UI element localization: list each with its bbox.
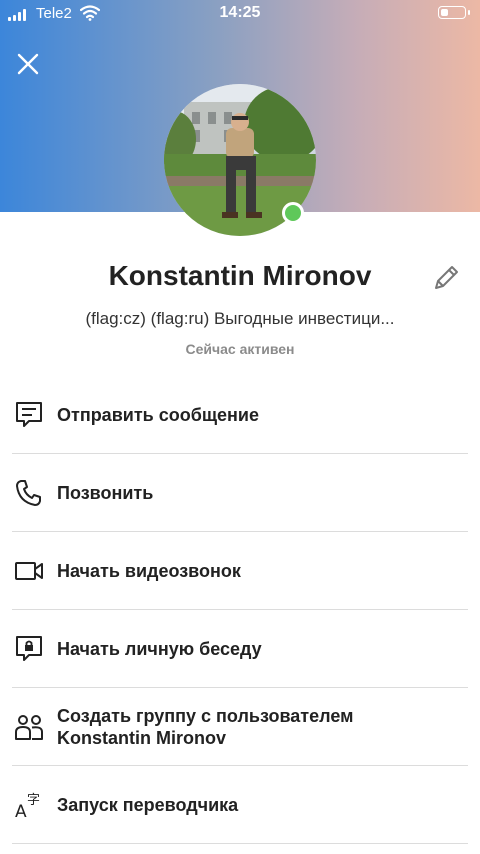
menu-item-label: Начать видеозвонок (57, 561, 241, 581)
divider (12, 843, 468, 844)
presence-status: Сейчас активен (185, 341, 295, 357)
status-bar: Tele2 14:25 (0, 0, 480, 28)
create-group-button[interactable]: Создать группу с пользователем Konstanti… (0, 688, 480, 766)
menu-item-label: Позвонить (57, 483, 154, 503)
video-call-button[interactable]: Начать видеозвонок (0, 532, 480, 610)
profile-actions-menu: Отправить сообщение Позвонить Начать вид… (0, 376, 480, 844)
menu-item-label-line2: Konstantin Mironov (57, 728, 226, 748)
profile-name: Konstantin Mironov (108, 260, 372, 291)
online-status-indicator (282, 202, 304, 224)
video-icon (15, 562, 43, 580)
battery-icon (438, 6, 470, 19)
send-message-button[interactable]: Отправить сообщение (0, 376, 480, 454)
menu-item-label: Создать группу с пользователем Konstanti… (57, 688, 353, 766)
menu-item-label: Отправить сообщение (57, 405, 259, 425)
translate-icon: A 字 (15, 793, 40, 820)
private-conversation-button[interactable]: Начать личную беседу (0, 610, 480, 688)
close-icon[interactable] (14, 50, 42, 78)
svg-text:A: A (15, 802, 27, 820)
launch-translator-button[interactable]: A 字 Запуск переводчика (0, 766, 480, 844)
chat-icon (16, 402, 42, 427)
battery-level (441, 9, 448, 16)
menu-item-label: Запуск переводчика (57, 795, 239, 815)
private-chat-icon (16, 636, 42, 661)
menu-item-label: Начать личную беседу (57, 639, 262, 659)
svg-text:字: 字 (27, 793, 40, 808)
pencil-icon[interactable] (430, 262, 462, 294)
phone-icon (16, 480, 41, 506)
menu-item-label-line1: Создать группу с пользователем (57, 706, 354, 726)
status-time: 14:25 (219, 4, 261, 21)
call-button[interactable]: Позвонить (0, 454, 480, 532)
mood-message: (flag:cz) (flag:ru) Выгодные инвестици..… (85, 309, 395, 328)
group-icon (15, 715, 43, 740)
